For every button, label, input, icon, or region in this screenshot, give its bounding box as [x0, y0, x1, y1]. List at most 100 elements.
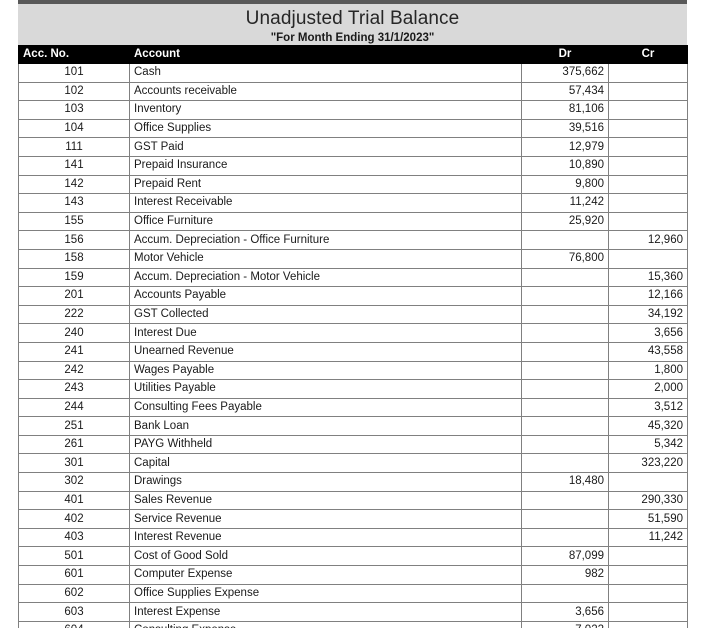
cell-account[interactable]: Bank Loan [129, 416, 522, 436]
cell-acc-no[interactable]: 156 [18, 230, 130, 250]
cell-acc-no[interactable]: 155 [18, 211, 130, 232]
cell-acc-no[interactable]: 301 [18, 453, 130, 474]
cell-account[interactable]: Accum. Depreciation - Motor Vehicle [129, 267, 522, 288]
cell-account[interactable]: Sales Revenue [129, 490, 522, 511]
table-row[interactable]: 244 Consulting Fees Payable 3,512 [18, 397, 688, 418]
cell-account[interactable]: Interest Receivable [129, 193, 522, 213]
table-row[interactable]: 142 Prepaid Rent 9,800 [18, 174, 688, 195]
table-row[interactable]: 141 Prepaid Insurance 10,890 [18, 155, 688, 176]
cell-acc-no[interactable]: 501 [18, 546, 130, 567]
cell-dr[interactable]: 375,662 [521, 63, 609, 83]
column-header-cr[interactable]: Cr [608, 45, 688, 64]
cell-account[interactable]: Accounts receivable [129, 81, 522, 102]
cell-dr[interactable]: 10,890 [521, 155, 609, 176]
cell-acc-no[interactable]: 601 [18, 565, 130, 585]
cell-acc-no[interactable]: 401 [18, 490, 130, 511]
cell-dr[interactable] [521, 323, 609, 343]
cell-dr[interactable] [521, 453, 609, 474]
cell-account[interactable]: Office Furniture [129, 211, 522, 232]
cell-account[interactable]: Cash [129, 63, 522, 83]
cell-cr[interactable] [608, 472, 688, 492]
cell-account[interactable]: Drawings [129, 472, 522, 492]
cell-cr[interactable]: 43,558 [608, 341, 688, 362]
table-row[interactable]: 240 Interest Due 3,656 [18, 323, 688, 343]
table-row[interactable]: 158 Motor Vehicle 76,800 [18, 248, 688, 269]
cell-account[interactable]: Consulting Expense [129, 620, 522, 628]
table-row[interactable]: 251 Bank Loan 45,320 [18, 416, 688, 436]
cell-acc-no[interactable]: 101 [18, 63, 130, 83]
cell-dr[interactable] [521, 286, 609, 306]
cell-cr[interactable]: 45,320 [608, 416, 688, 436]
cell-acc-no[interactable]: 251 [18, 416, 130, 436]
cell-dr[interactable] [521, 304, 609, 325]
cell-cr[interactable] [608, 193, 688, 213]
cell-dr[interactable] [521, 527, 609, 548]
table-row[interactable]: 155 Office Furniture 25,920 [18, 211, 688, 232]
cell-dr[interactable] [521, 434, 609, 455]
table-row[interactable]: 104 Office Supplies 39,516 [18, 118, 688, 139]
cell-account[interactable]: Interest Revenue [129, 527, 522, 548]
cell-dr[interactable] [521, 416, 609, 436]
cell-cr[interactable] [608, 211, 688, 232]
column-header-account[interactable]: Account [129, 45, 522, 64]
cell-account[interactable]: Wages Payable [129, 360, 522, 381]
cell-cr[interactable] [608, 602, 688, 622]
cell-acc-no[interactable]: 158 [18, 248, 130, 269]
cell-cr[interactable]: 3,512 [608, 397, 688, 418]
table-row[interactable]: 402 Service Revenue 51,590 [18, 509, 688, 529]
cell-account[interactable]: Capital [129, 453, 522, 474]
cell-acc-no[interactable]: 244 [18, 397, 130, 418]
cell-cr[interactable] [608, 546, 688, 567]
table-row[interactable]: 601 Computer Expense 982 [18, 565, 688, 585]
cell-dr[interactable]: 39,516 [521, 118, 609, 139]
cell-cr[interactable] [608, 137, 688, 157]
cell-cr[interactable]: 11,242 [608, 527, 688, 548]
cell-acc-no[interactable]: 104 [18, 118, 130, 139]
cell-account[interactable]: Service Revenue [129, 509, 522, 529]
cell-acc-no[interactable]: 261 [18, 434, 130, 455]
cell-cr[interactable] [608, 63, 688, 83]
table-row[interactable]: 143 Interest Receivable 11,242 [18, 193, 688, 213]
cell-dr[interactable]: 12,979 [521, 137, 609, 157]
cell-dr[interactable] [521, 583, 609, 604]
cell-account[interactable]: Prepaid Insurance [129, 155, 522, 176]
cell-acc-no[interactable]: 141 [18, 155, 130, 176]
cell-acc-no[interactable]: 603 [18, 602, 130, 622]
cell-acc-no[interactable]: 103 [18, 100, 130, 120]
cell-dr[interactable]: 87,099 [521, 546, 609, 567]
table-row[interactable]: 242 Wages Payable 1,800 [18, 360, 688, 381]
table-row[interactable]: 101 Cash 375,662 [18, 63, 688, 83]
cell-acc-no[interactable]: 222 [18, 304, 130, 325]
cell-dr[interactable]: 81,106 [521, 100, 609, 120]
cell-acc-no[interactable]: 142 [18, 174, 130, 195]
cell-cr[interactable]: 2,000 [608, 379, 688, 399]
table-row[interactable]: 602 Office Supplies Expense [18, 583, 688, 604]
table-row[interactable]: 241 Unearned Revenue 43,558 [18, 341, 688, 362]
table-row[interactable]: 159 Accum. Depreciation - Motor Vehicle 15… [18, 267, 688, 288]
table-row[interactable]: 111 GST Paid 12,979 [18, 137, 688, 157]
cell-account[interactable]: GST Paid [129, 137, 522, 157]
cell-cr[interactable] [608, 620, 688, 628]
cell-cr[interactable] [608, 81, 688, 102]
cell-account[interactable]: Accounts Payable [129, 286, 522, 306]
column-header-dr[interactable]: Dr [521, 45, 609, 64]
cell-dr[interactable]: 57,434 [521, 81, 609, 102]
cell-account[interactable]: Unearned Revenue [129, 341, 522, 362]
cell-acc-no[interactable]: 240 [18, 323, 130, 343]
cell-acc-no[interactable]: 243 [18, 379, 130, 399]
cell-cr[interactable] [608, 100, 688, 120]
cell-account[interactable]: Utilities Payable [129, 379, 522, 399]
cell-cr[interactable]: 12,166 [608, 286, 688, 306]
cell-account[interactable]: PAYG Withheld [129, 434, 522, 455]
cell-acc-no[interactable]: 143 [18, 193, 130, 213]
cell-account[interactable]: Prepaid Rent [129, 174, 522, 195]
cell-acc-no[interactable]: 201 [18, 286, 130, 306]
cell-account[interactable]: Office Supplies [129, 118, 522, 139]
cell-account[interactable]: Motor Vehicle [129, 248, 522, 269]
cell-cr[interactable] [608, 118, 688, 139]
cell-acc-no[interactable]: 604 [18, 620, 130, 628]
table-row[interactable]: 403 Interest Revenue 11,242 [18, 527, 688, 548]
table-row[interactable]: 603 Interest Expense 3,656 [18, 602, 688, 622]
cell-dr[interactable] [521, 360, 609, 381]
cell-account[interactable]: GST Collected [129, 304, 522, 325]
